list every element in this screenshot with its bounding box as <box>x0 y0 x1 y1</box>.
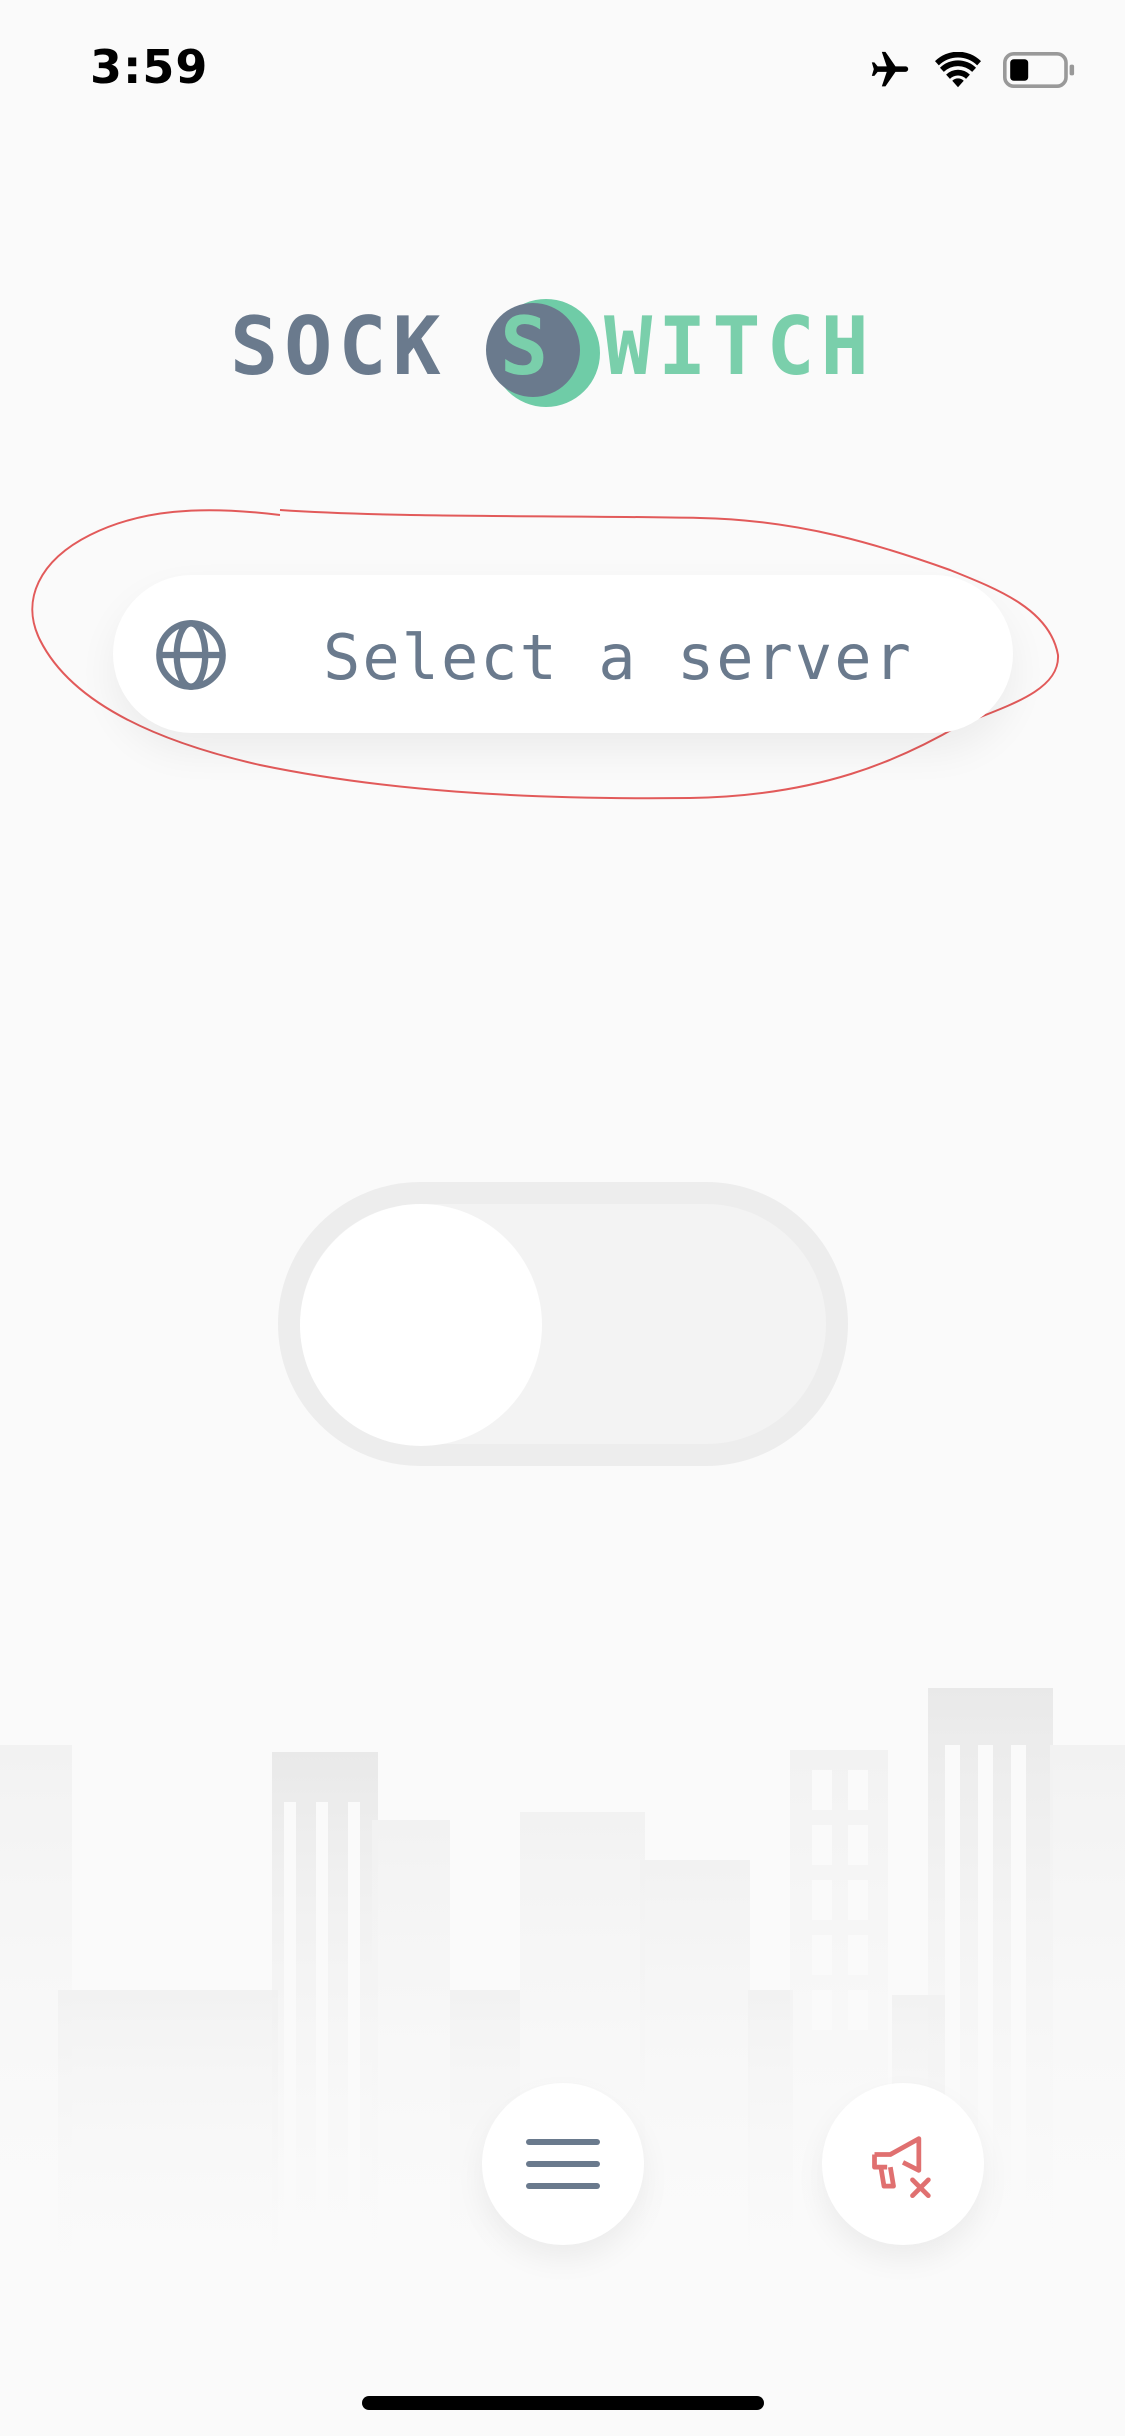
remove-ads-button[interactable] <box>822 2083 984 2245</box>
toggle-knob[interactable] <box>300 1204 542 1446</box>
home-indicator[interactable] <box>362 2396 764 2410</box>
hamburger-menu-icon <box>526 2139 600 2189</box>
server-selector-button[interactable]: Select a server <box>113 575 1013 733</box>
annotation-scribble <box>31 509 1060 800</box>
server-selector-label: Select a server <box>323 621 913 694</box>
megaphone-off-icon <box>872 2136 931 2199</box>
menu-button[interactable] <box>482 2083 644 2245</box>
globe-icon <box>156 620 226 690</box>
connection-toggle[interactable] <box>278 1182 848 1466</box>
